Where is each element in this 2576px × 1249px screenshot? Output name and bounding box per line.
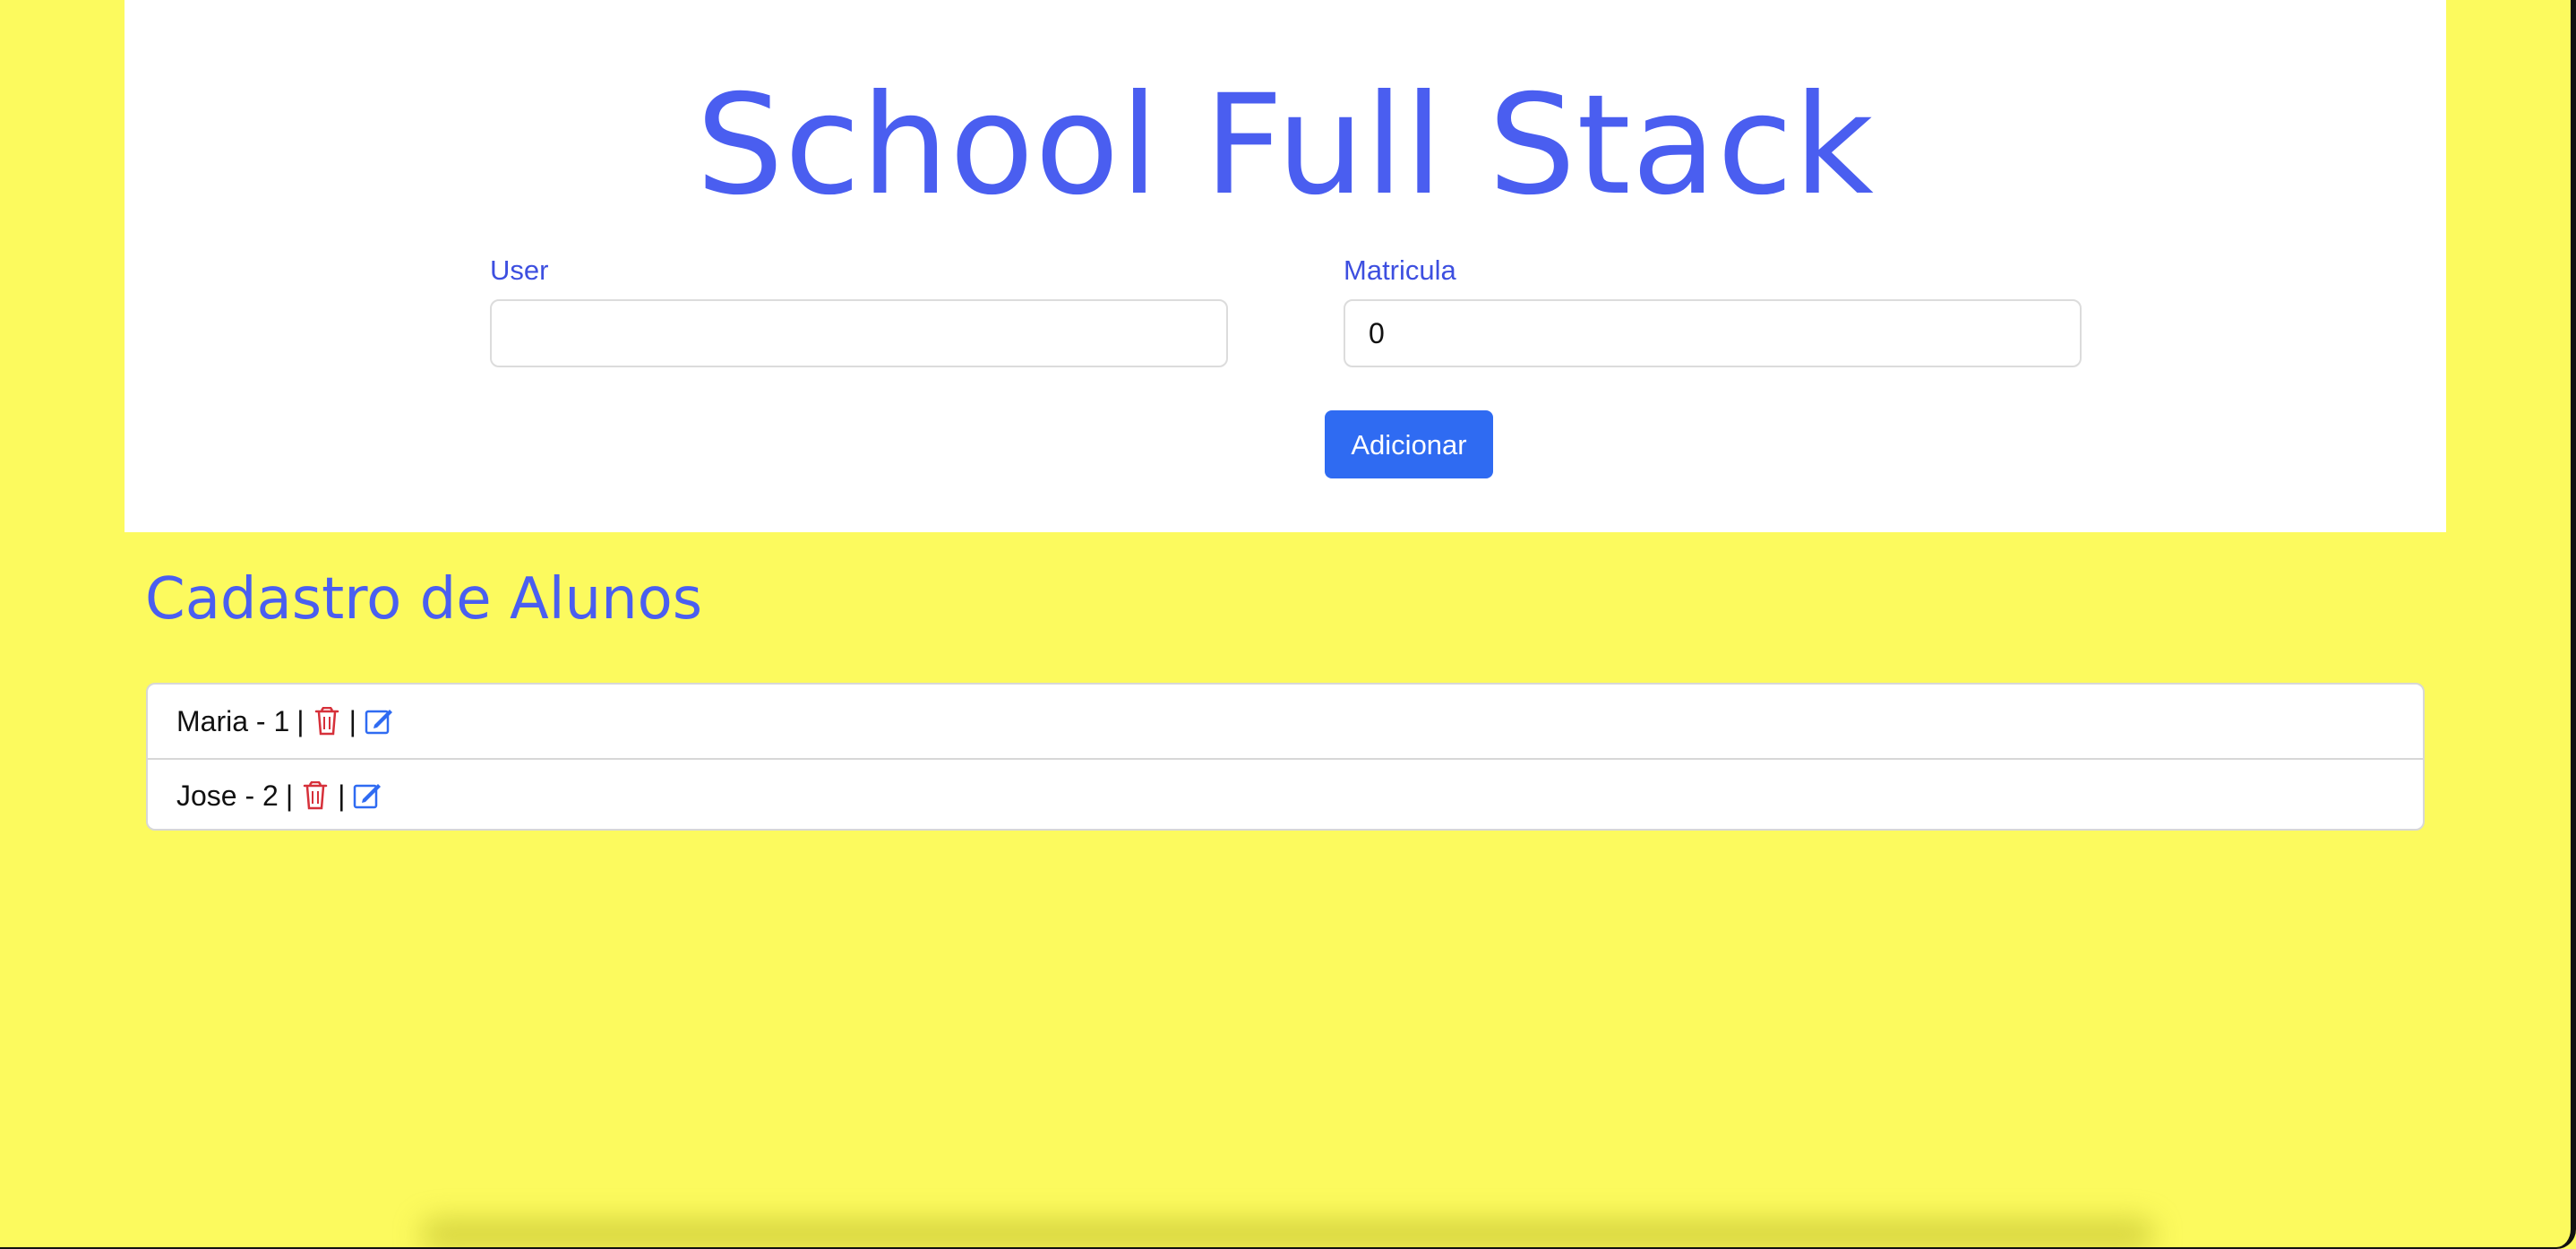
app-window: School Full Stack User Matricula Adicion… bbox=[0, 0, 2576, 1249]
row-separator: | bbox=[338, 779, 346, 812]
student-text: Maria - 1 bbox=[176, 704, 290, 737]
trash-icon[interactable] bbox=[300, 780, 331, 811]
page-title: School Full Stack bbox=[696, 65, 1875, 226]
trash-icon[interactable] bbox=[312, 706, 342, 736]
row-separator: | bbox=[285, 779, 294, 812]
students-list: Maria - 1 | | Jose - 2 | | bbox=[146, 683, 2425, 831]
user-label: User bbox=[490, 254, 549, 286]
student-row: Jose - 2 | | bbox=[148, 758, 2423, 829]
edit-icon[interactable] bbox=[352, 780, 382, 811]
edit-icon[interactable] bbox=[364, 706, 394, 736]
matricula-label: Matricula bbox=[1344, 254, 1456, 286]
row-separator: | bbox=[348, 704, 356, 737]
header-card: School Full Stack User Matricula Adicion… bbox=[125, 0, 2446, 532]
student-row: Maria - 1 | | bbox=[148, 685, 2423, 758]
bottom-shadow bbox=[421, 1220, 2154, 1247]
user-input[interactable] bbox=[490, 299, 1228, 367]
student-text: Jose - 2 bbox=[176, 779, 279, 812]
matricula-input[interactable] bbox=[1344, 299, 2082, 367]
row-separator: | bbox=[296, 704, 305, 737]
add-button[interactable]: Adicionar bbox=[1325, 410, 1493, 478]
students-section-title: Cadastro de Alunos bbox=[145, 566, 703, 633]
